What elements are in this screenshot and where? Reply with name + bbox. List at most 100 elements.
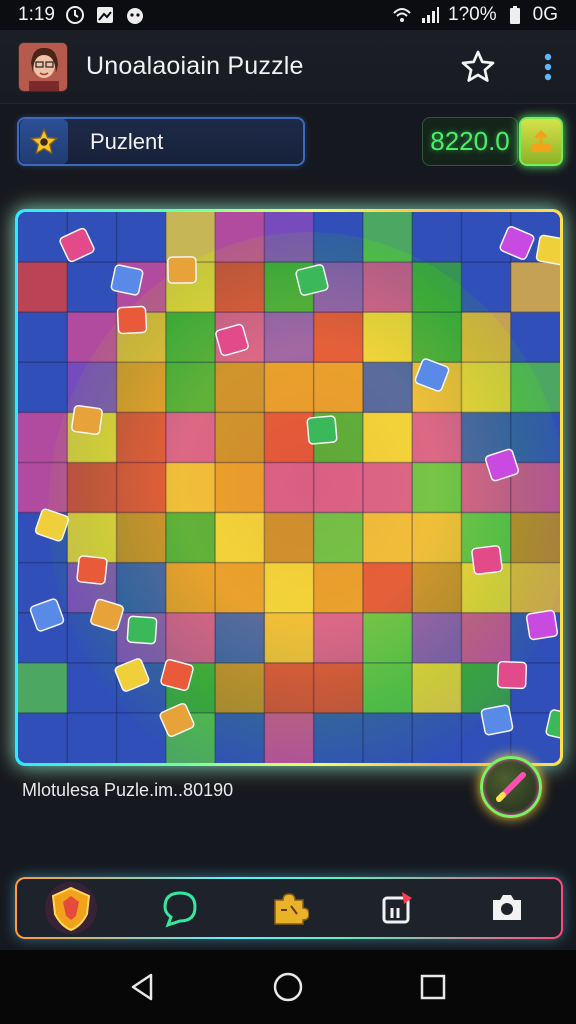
nav-camera[interactable] [452, 879, 561, 937]
loose-puzzle-piece[interactable] [295, 264, 329, 296]
upload-icon [531, 129, 551, 152]
puzzle-tile [313, 212, 364, 263]
signal-icon [422, 7, 440, 23]
puzzle-tile [362, 712, 413, 763]
loose-puzzle-piece[interactable] [525, 609, 559, 641]
loose-puzzle-piece[interactable] [535, 234, 560, 266]
favorite-button[interactable] [458, 47, 498, 87]
puzzle-tile [67, 362, 118, 413]
puzzle-tile [215, 412, 265, 463]
camera-icon [492, 895, 521, 920]
puzzle-tile [264, 662, 315, 714]
puzzle-tile [165, 512, 216, 564]
chat-bubble-icon [163, 891, 197, 928]
recents-square-icon[interactable] [417, 971, 449, 1003]
app-bar: Unoalaoiain Puzzle [0, 30, 576, 104]
puzzle-board-frame [15, 209, 563, 766]
puzzle-tile [362, 562, 413, 614]
puzzle-board-canvas [18, 212, 560, 763]
puzzle-tile [362, 362, 413, 413]
puzzle-tile [165, 312, 216, 363]
score-action-button[interactable] [519, 117, 563, 166]
share-upload-icon [382, 892, 412, 924]
nav-chat[interactable] [126, 879, 235, 937]
puzzle-tile [510, 412, 560, 463]
puzzle-selector[interactable]: Puzlent [17, 117, 305, 166]
puzzle-tile [215, 262, 265, 313]
wifi-icon [393, 8, 411, 22]
puzzle-tile [412, 712, 462, 763]
puzzle-tiles [18, 212, 560, 763]
back-triangle-icon[interactable] [127, 971, 159, 1003]
puzzle-tile [362, 412, 413, 463]
puzzle-tile [116, 562, 167, 614]
puzzle-tile [313, 512, 364, 564]
loose-puzzle-piece[interactable] [471, 545, 503, 575]
puzzle-tile [510, 362, 560, 413]
puzzle-tile [215, 662, 265, 714]
puzzle-tile [116, 462, 167, 514]
bottom-nav [15, 877, 563, 939]
puzzle-tile [412, 312, 462, 363]
puzzle-tile [412, 662, 462, 714]
puzzle-tile [412, 212, 462, 263]
puzzle-tile [116, 412, 167, 463]
puzzle-piece-icon [274, 893, 309, 925]
puzzle-tile [362, 662, 413, 714]
puzzle-tile [362, 612, 413, 664]
puzzle-tile [215, 512, 265, 564]
puzzle-tile [165, 562, 216, 614]
puzzle-tile [461, 312, 512, 363]
loose-puzzle-piece[interactable] [167, 256, 197, 284]
puzzle-tile [18, 262, 68, 313]
puzzle-tile [67, 662, 118, 714]
puzzle-tile [116, 712, 167, 763]
loose-puzzle-piece[interactable] [306, 415, 338, 445]
puzzle-tile [215, 462, 265, 514]
puzzle-tile [67, 312, 118, 363]
status-bar: 1:19 1?0% 0G [0, 0, 576, 30]
nav-puzzles[interactable] [235, 879, 344, 937]
puzzle-tile [461, 262, 512, 313]
puzzle-tile [116, 512, 167, 564]
puzzle-board[interactable] [18, 212, 560, 763]
draw-tool-button[interactable] [480, 756, 542, 818]
puzzle-tile [215, 562, 265, 614]
puzzle-tile [18, 712, 68, 763]
home-circle-icon[interactable] [272, 971, 304, 1003]
puzzle-tile [67, 262, 118, 313]
puzzle-tile [67, 462, 118, 514]
loose-puzzle-piece[interactable] [76, 555, 108, 585]
nav-share[interactable] [343, 879, 452, 937]
more-vertical-icon [544, 53, 552, 80]
shield-crest-icon [45, 882, 98, 934]
loose-puzzle-piece[interactable] [126, 615, 158, 645]
loose-puzzle-piece[interactable] [71, 404, 103, 436]
game-notification-icon [126, 8, 143, 24]
nav-home[interactable] [17, 879, 126, 937]
avatar[interactable] [18, 41, 68, 92]
battery-percent: 1?0% [448, 4, 497, 25]
star-badge-icon [29, 127, 59, 155]
loose-puzzle-piece[interactable] [480, 704, 514, 736]
puzzle-tile [362, 312, 413, 363]
puzzle-tile [362, 462, 413, 514]
loose-puzzle-piece[interactable] [116, 305, 148, 335]
status-right: 1?0% 0G [392, 4, 558, 26]
more-options-button[interactable] [538, 47, 558, 87]
puzzle-tile [165, 612, 216, 664]
puzzle-tile [215, 712, 265, 763]
puzzle-tile [313, 562, 364, 614]
puzzle-tile [461, 362, 512, 413]
puzzle-tile [264, 712, 315, 763]
loose-puzzle-piece[interactable] [496, 660, 528, 690]
app-screen: 1:19 1?0% 0G Unoalaoiain Puzzle Puzlent … [0, 0, 576, 1024]
puzzle-tile [362, 212, 413, 263]
loose-puzzle-piece[interactable] [110, 264, 144, 296]
puzzle-tile [215, 612, 265, 664]
puzzle-tile [18, 312, 68, 363]
puzzle-tile [510, 562, 560, 614]
puzzle-tile [313, 612, 364, 664]
puzzle-tile [264, 362, 315, 413]
puzzle-tile [510, 512, 560, 564]
